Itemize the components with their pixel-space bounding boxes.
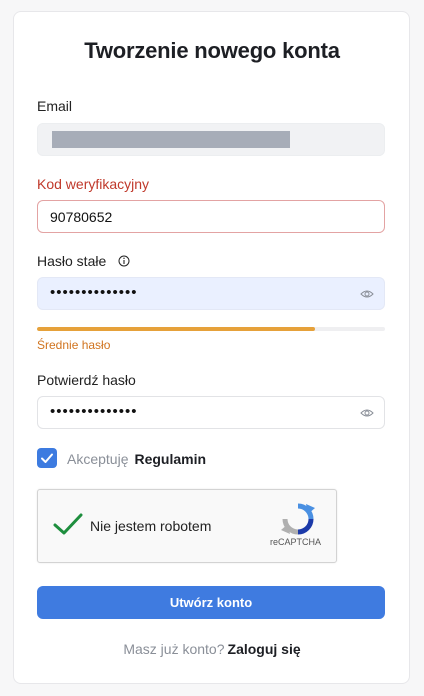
password-value: •••••••••••••• <box>50 284 138 301</box>
eye-icon[interactable] <box>360 288 374 300</box>
terms-text: Akceptuję Regulamin <box>67 451 206 467</box>
verification-code-label: Kod weryfikacyjny <box>37 176 150 192</box>
verification-code-value: 90780652 <box>50 209 113 225</box>
confirm-password-value: •••••••••••••• <box>50 403 138 420</box>
terms-link[interactable]: Regulamin <box>134 451 206 467</box>
password-label: Hasło stałe <box>37 253 107 269</box>
info-icon[interactable] <box>118 255 130 267</box>
password-field[interactable]: •••••••••••••• <box>37 277 385 310</box>
captcha-brand: reCAPTCHA <box>270 537 322 547</box>
email-label: Email <box>37 98 73 114</box>
confirm-password-field[interactable]: •••••••••••••• <box>37 396 385 429</box>
password-strength-bar <box>37 327 385 331</box>
recaptcha-logo-icon <box>281 503 315 535</box>
captcha-checkmark-icon <box>53 513 83 535</box>
verification-code-field[interactable]: 90780652 <box>37 200 385 233</box>
redacted-email-value <box>52 131 290 148</box>
login-prompt: Masz już konto? Zaloguj się <box>0 641 424 657</box>
password-strength-fill <box>37 327 316 331</box>
login-link[interactable]: Zaloguj się <box>228 641 301 657</box>
login-question: Masz już konto? <box>123 641 225 657</box>
checkmark-icon <box>41 453 53 463</box>
confirm-password-label: Potwierdź hasło <box>37 372 136 388</box>
create-account-button[interactable]: Utwórz konto <box>37 586 385 619</box>
terms-checkbox[interactable] <box>37 448 57 468</box>
page-title: Tworzenie nowego konta <box>84 38 340 63</box>
eye-icon[interactable] <box>360 407 374 419</box>
email-field[interactable] <box>37 123 385 156</box>
captcha-label: Nie jestem robotem <box>90 518 212 534</box>
password-strength-text: Średnie hasło <box>37 338 111 352</box>
accept-label: Akceptuję <box>67 451 129 467</box>
recaptcha-widget[interactable]: Nie jestem robotem reCAPTCHA <box>37 489 337 563</box>
